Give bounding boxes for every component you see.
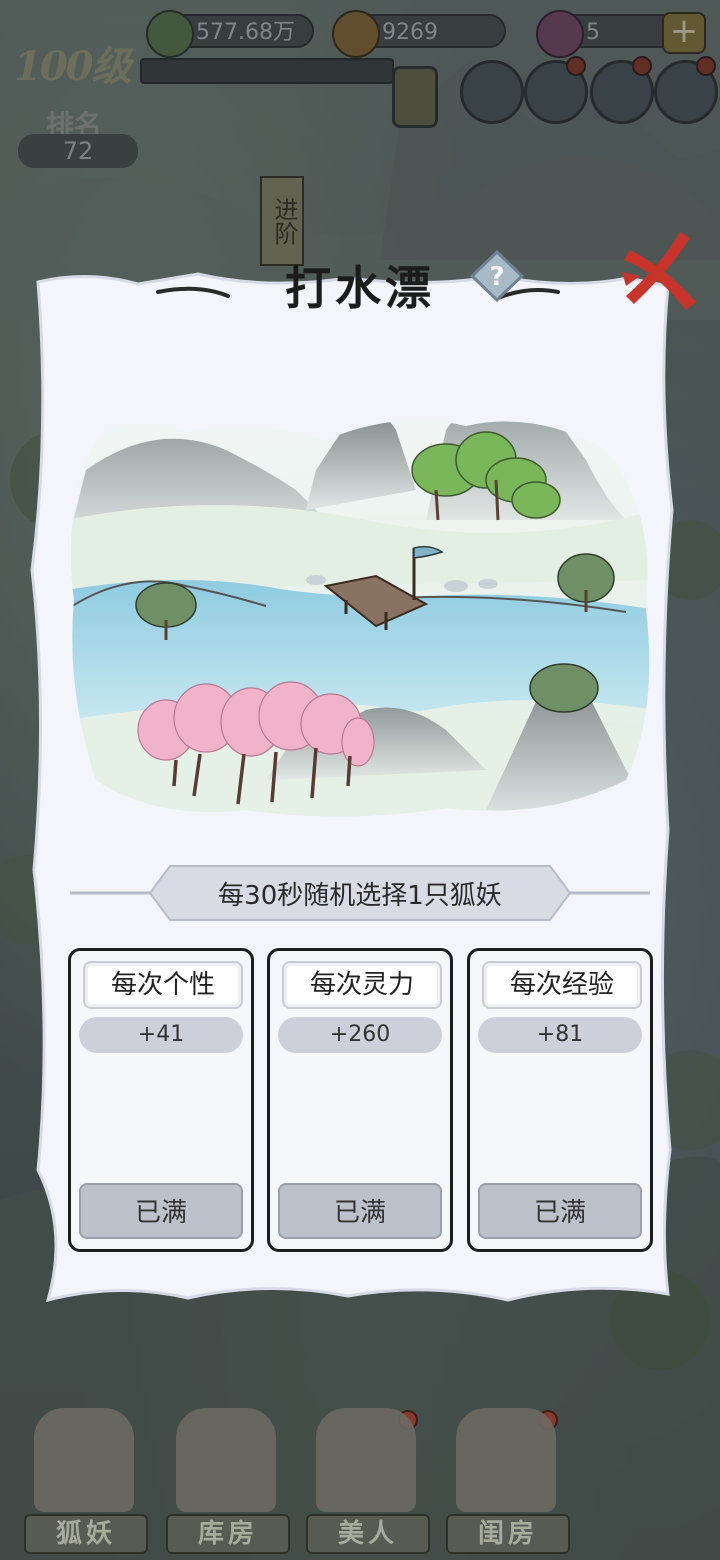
card-value: +41 [79,1017,243,1053]
nav-label: 库房 [166,1514,290,1554]
info-text: 每30秒随机选择1只狐妖 [218,881,502,911]
nav-label: 美人 [306,1514,430,1554]
card-value: +81 [478,1017,642,1053]
card-label: 每次经验 [482,961,642,1009]
card-label: 每次个性 [83,961,243,1009]
reward-card-spirit: 每次灵力 +260 已满 [267,948,453,1252]
card-label: 每次灵力 [282,961,442,1009]
reward-card-personality: 每次个性 +41 已满 [68,948,254,1252]
nav-label: 闺房 [446,1514,570,1554]
help-button[interactable]: ? [469,249,525,303]
close-button[interactable] [616,232,704,316]
fox-icon [34,1408,134,1512]
close-icon [622,232,696,310]
upgrade-button[interactable]: 已满 [79,1183,243,1239]
beauty-icon [316,1408,416,1512]
question-icon: ? [469,249,525,303]
svg-text:?: ? [489,262,504,292]
card-value: +260 [278,1017,442,1053]
nav-item-storage[interactable]: 库房 [166,1400,290,1560]
chamber-icon [456,1408,556,1512]
lake-landscape-illustration [66,350,656,820]
upgrade-button[interactable]: 已满 [278,1183,442,1239]
bag-icon [176,1408,276,1512]
modal-title: 打水漂 [285,261,435,315]
nav-item-fox[interactable]: 狐妖 [24,1400,148,1560]
reward-card-experience: 每次经验 +81 已满 [467,948,653,1252]
upgrade-button[interactable]: 已满 [478,1183,642,1239]
nav-item-chamber[interactable]: 闺房 [446,1400,570,1560]
nav-item-beauty[interactable]: 美人 [306,1400,430,1560]
nav-label: 狐妖 [24,1514,148,1554]
